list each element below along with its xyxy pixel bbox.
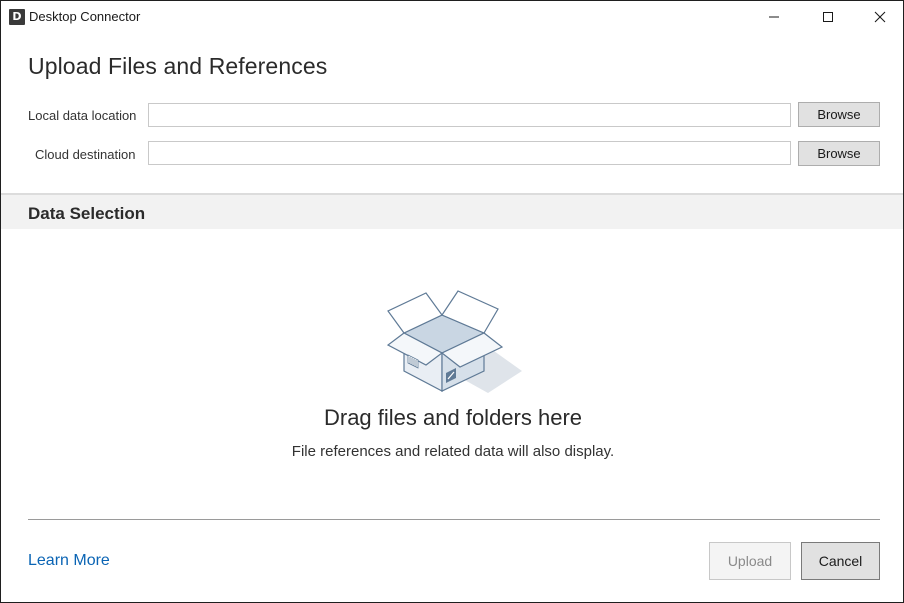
close-button[interactable] [857, 1, 903, 33]
drop-zone-subtitle: File references and related data will al… [291, 443, 615, 460]
title-bar[interactable]: D Desktop Connector [1, 1, 903, 33]
maximize-icon [823, 12, 833, 22]
window-title: Desktop Connector [29, 9, 141, 24]
minimize-icon [769, 16, 779, 18]
cancel-button[interactable]: Cancel [801, 542, 880, 580]
page-title: Upload Files and References [28, 53, 328, 79]
cloud-destination-label: Cloud destination [35, 147, 136, 162]
data-selection-header: Data Selection [1, 193, 903, 229]
upload-button[interactable]: Upload [709, 542, 791, 580]
minimize-button[interactable] [751, 1, 797, 33]
maximize-button[interactable] [805, 1, 851, 33]
browse-cloud-button[interactable]: Browse [798, 141, 880, 166]
close-icon [874, 11, 886, 23]
footer-divider [28, 519, 880, 520]
data-selection-title: Data Selection [28, 204, 146, 223]
cloud-destination-input[interactable] [148, 141, 791, 165]
drop-zone-title: Drag files and folders here [323, 405, 583, 430]
open-box-icon [386, 290, 522, 393]
learn-more-link[interactable]: Learn More [28, 552, 110, 570]
browse-local-button[interactable]: Browse [798, 102, 880, 127]
local-data-location-input[interactable] [148, 103, 791, 127]
file-drop-zone[interactable]: Drag files and folders here File referen… [1, 229, 903, 519]
desktop-connector-icon: D [9, 9, 25, 25]
local-data-location-label: Local data location [28, 108, 137, 123]
app-window: D Desktop Connector Upload Files and Ref… [0, 0, 904, 603]
